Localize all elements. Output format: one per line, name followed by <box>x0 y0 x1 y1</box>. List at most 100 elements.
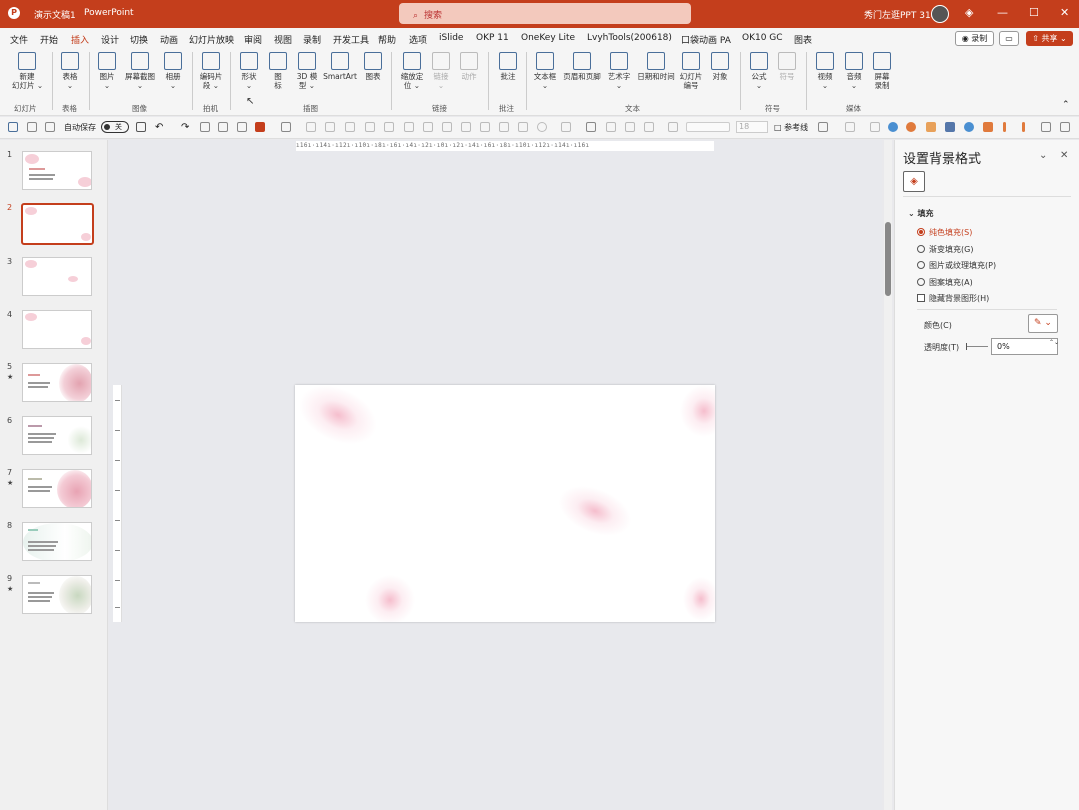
slide-thumbnail-9[interactable] <box>22 575 92 614</box>
comment-button[interactable]: 批注 <box>497 52 519 81</box>
gradient-fill-label[interactable]: 渐变填充(G) <box>929 244 973 255</box>
toolbar-icon[interactable] <box>606 122 616 132</box>
picture-fill-label[interactable]: 图片或纹理填充(P) <box>929 260 996 271</box>
group-icon[interactable] <box>518 122 528 132</box>
audio-button[interactable]: 音频 ⌄ <box>843 52 865 90</box>
toolbar-icon[interactable] <box>945 122 955 132</box>
toolbar-icon[interactable] <box>586 122 596 132</box>
distribute-icon[interactable] <box>442 122 452 132</box>
align-icon[interactable] <box>306 122 316 132</box>
toolbar-icon[interactable] <box>983 122 993 132</box>
comments-button[interactable]: ▭ <box>999 31 1019 46</box>
fill-section-header[interactable]: ⌄ 填充 <box>908 208 934 219</box>
tab-view[interactable]: 视图 <box>274 33 292 46</box>
screenshot-button[interactable]: 屏幕截图 ⌄ <box>122 52 158 90</box>
maximize-button[interactable]: ☐ <box>1029 6 1039 19</box>
tab-review[interactable]: 审阅 <box>244 33 262 46</box>
tab-animations[interactable]: 动画 <box>160 33 178 46</box>
current-slide[interactable] <box>295 385 715 622</box>
toolbar-icon[interactable] <box>644 122 654 132</box>
user-name[interactable]: 秀门左逛PPT 318 <box>864 8 936 21</box>
3d-models-button[interactable]: 3D 模 型 ⌄ <box>296 52 318 90</box>
collapse-ribbon-button[interactable]: ⌃ <box>1062 100 1070 110</box>
align-icon[interactable] <box>384 122 394 132</box>
action-button[interactable]: 动作 <box>459 52 479 81</box>
slide-thumbnail-4[interactable] <box>22 310 92 349</box>
toolbar-icon[interactable] <box>237 122 247 132</box>
solid-fill-label[interactable]: 纯色填充(S) <box>929 227 972 238</box>
toolbar-icon[interactable] <box>888 122 898 132</box>
transparency-input[interactable]: 0% <box>991 338 1058 355</box>
redo-icon[interactable]: ↷ <box>181 122 189 133</box>
toolbar-icon[interactable] <box>964 122 974 132</box>
undo-icon[interactable]: ↶ <box>155 122 163 133</box>
tab-ok10[interactable]: OK10 GC <box>742 33 783 43</box>
video-button[interactable]: 视频 ⌄ <box>814 52 836 90</box>
header-footer-button[interactable]: 页眉和页脚 <box>561 52 603 81</box>
scrollbar-thumb[interactable] <box>885 222 891 296</box>
tab-chart[interactable]: 图表 <box>794 33 812 46</box>
align-icon[interactable] <box>325 122 335 132</box>
slide-thumbnail-3[interactable] <box>22 257 92 296</box>
search-box[interactable]: ⌕ 搜索 <box>399 3 691 24</box>
autosave-toggle[interactable]: 关 <box>101 121 129 133</box>
share-button[interactable]: ⇧ 共享 ⌄ <box>1026 31 1073 46</box>
toolbar-icon[interactable] <box>281 122 291 132</box>
smartart-button[interactable]: SmartArt <box>323 52 357 81</box>
align-icon[interactable] <box>404 122 414 132</box>
solid-fill-radio[interactable] <box>917 228 925 236</box>
toolbar-icon[interactable] <box>625 122 635 132</box>
tab-developer[interactable]: 开发工具 <box>333 33 369 46</box>
guides-checkbox[interactable]: □ 参考线 <box>774 122 808 133</box>
date-time-button[interactable]: 日期和时间 <box>636 52 676 81</box>
distribute-icon[interactable] <box>461 122 471 132</box>
pictures-button[interactable]: 图片 ⌄ <box>95 52 119 90</box>
panel-close-button[interactable]: ✕ <box>1060 150 1068 161</box>
toolbar-icon[interactable] <box>906 122 916 132</box>
tab-options[interactable]: 选项 <box>409 33 427 46</box>
font-size-select[interactable]: 18 <box>736 121 768 133</box>
zoom-button[interactable]: 缩放定 位 ⌄ <box>399 52 425 90</box>
link-button[interactable]: 链接 ⌄ <box>430 52 452 90</box>
wordart-button[interactable]: 艺术字 ⌄ <box>605 52 633 90</box>
textbox-button[interactable]: 文本框 ⌄ <box>532 52 558 90</box>
diamond-icon[interactable]: ◈ <box>965 6 973 19</box>
object-button[interactable]: 对象 <box>709 52 731 81</box>
color-picker-button[interactable]: ✎ ⌄ <box>1028 314 1058 333</box>
slide-thumbnail-6[interactable] <box>22 416 92 455</box>
symbol-button[interactable]: 符号 <box>776 52 798 81</box>
tab-help[interactable]: 帮助 <box>378 33 396 46</box>
toolbar-icon[interactable] <box>27 122 37 132</box>
table-button[interactable]: 表格 ⌄ <box>58 52 82 90</box>
hide-background-label[interactable]: 隐藏背景图形(H) <box>929 293 989 304</box>
slide-thumbnail-1[interactable] <box>22 151 92 190</box>
toolbar-icon[interactable] <box>1041 122 1051 132</box>
group-icon[interactable] <box>499 122 509 132</box>
tab-lvyhtools[interactable]: LvyhTools(200618) <box>587 33 672 43</box>
save-icon[interactable] <box>136 122 146 132</box>
slide-thumbnail-5[interactable] <box>22 363 92 402</box>
panel-options-button[interactable]: ⌄ <box>1039 150 1047 161</box>
tab-slideshow[interactable]: 幻灯片放映 <box>189 33 234 46</box>
photo-album-button[interactable]: 相册 ⌄ <box>162 52 184 90</box>
fill-bucket-icon[interactable]: ◈ <box>903 171 925 192</box>
close-button[interactable]: ✕ <box>1060 6 1069 19</box>
tab-onekey[interactable]: OneKey Lite <box>521 33 575 43</box>
slide-thumbnail-7[interactable] <box>22 469 92 508</box>
minimize-button[interactable]: — <box>997 6 1008 19</box>
toolbar-icon[interactable] <box>845 122 855 132</box>
pattern-fill-radio[interactable] <box>917 278 925 286</box>
shapes-button[interactable]: 形状 ⌄ <box>238 52 260 90</box>
tab-transitions[interactable]: 切换 <box>130 33 148 46</box>
transparency-slider[interactable] <box>966 343 988 350</box>
screen-recording-button[interactable]: 屏幕 录制 <box>871 52 893 90</box>
hide-background-checkbox[interactable] <box>917 294 925 302</box>
toolbar-icon[interactable] <box>45 122 55 132</box>
shape-fill-icon[interactable] <box>537 122 547 132</box>
tab-okp[interactable]: OKP 11 <box>476 33 509 43</box>
align-icon[interactable] <box>423 122 433 132</box>
group-icon[interactable] <box>480 122 490 132</box>
toolbar-icon[interactable] <box>818 122 828 132</box>
chart-button[interactable]: 图表 <box>363 52 383 81</box>
tab-design[interactable]: 设计 <box>101 33 119 46</box>
